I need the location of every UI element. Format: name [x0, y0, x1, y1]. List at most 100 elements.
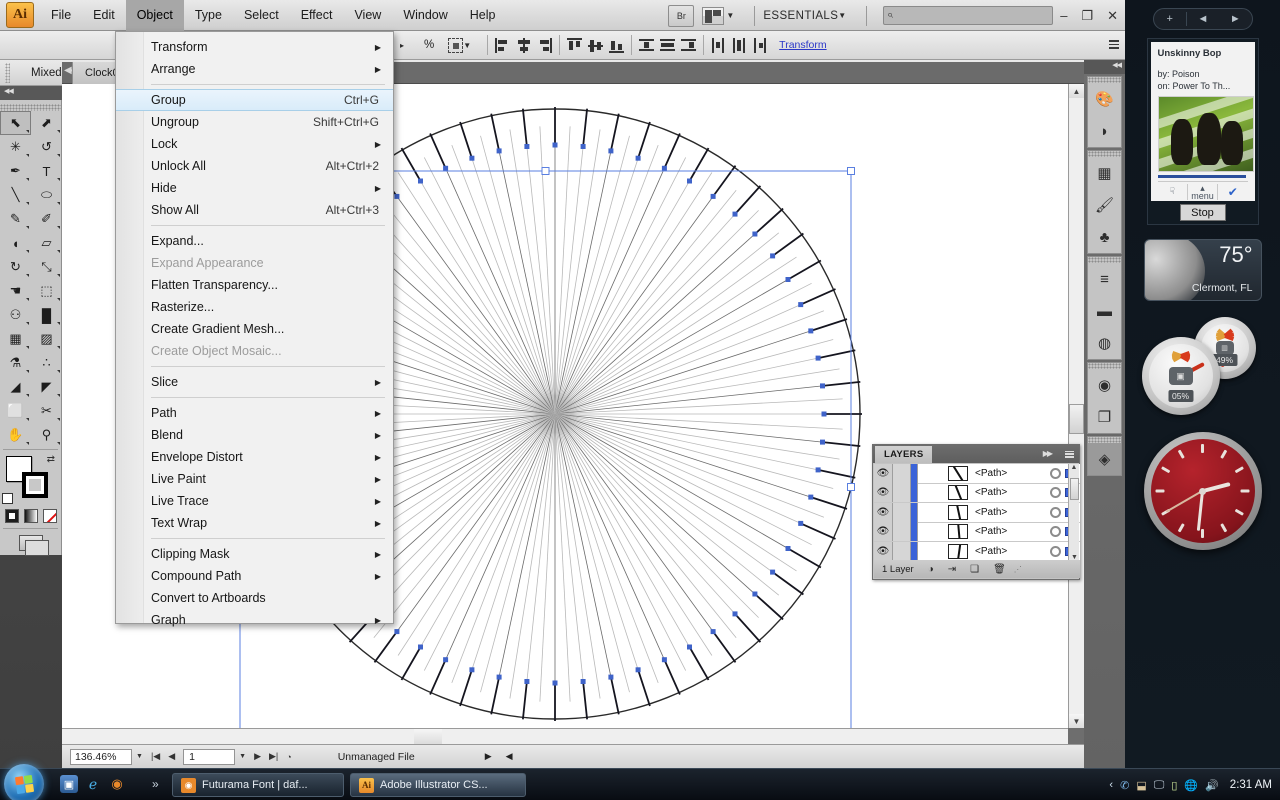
firefox-icon[interactable]: ◉	[108, 775, 126, 793]
drag-grip[interactable]	[5, 62, 10, 83]
layer-target-icon[interactable]	[1050, 526, 1061, 538]
opacity-stepper-icon[interactable]: ▸	[400, 41, 404, 50]
arrange-documents-chevron-icon[interactable]: ▼	[726, 11, 734, 20]
menu-item-group[interactable]: Group Ctrl+G	[116, 89, 393, 111]
pen-tool[interactable]: ✒	[0, 159, 31, 183]
isolate-chevron-icon[interactable]: ▼	[463, 41, 471, 50]
menu-type[interactable]: Type	[184, 0, 233, 31]
menu-window[interactable]: Window	[392, 0, 458, 31]
menu-item-graph[interactable]: Graph ▶	[116, 609, 393, 631]
menu-item-hide[interactable]: Hide ▶	[116, 177, 393, 199]
create-new-layer-icon[interactable]: ❏	[970, 564, 979, 575]
layers-collapse-icon[interactable]: ▶▶	[1043, 449, 1053, 458]
distribute-left-icon[interactable]	[710, 37, 727, 54]
previous-artboard-button[interactable]: ◀	[164, 751, 179, 762]
live-paint-bucket-tool[interactable]: ◢	[0, 375, 31, 399]
playback-progress-bar[interactable]	[1157, 175, 1246, 178]
gradient-tool[interactable]: ▨	[31, 327, 62, 351]
menu-item-slice[interactable]: Slice ▶	[116, 371, 393, 393]
color-panel-icon[interactable]: 🎨	[1088, 83, 1121, 115]
layers-scroll-up-icon[interactable]: ▲	[1069, 464, 1079, 471]
network-icon[interactable]: 🌐	[1184, 779, 1198, 792]
analog-clock-gadget[interactable]	[1143, 432, 1262, 550]
gradient-fill-mode-icon[interactable]	[23, 509, 38, 523]
layer-target-icon[interactable]	[1050, 467, 1061, 479]
workspace-switcher-label[interactable]: ESSENTIALS	[763, 10, 838, 22]
align-top-icon[interactable]	[566, 37, 583, 54]
symbols-panel-icon[interactable]: ♣	[1088, 221, 1121, 253]
transform-panel-link[interactable]: Transform	[779, 39, 826, 51]
none-fill-mode-icon[interactable]	[42, 509, 57, 523]
layer-row[interactable]: 👁 <Path>	[874, 541, 1080, 562]
align-vertical-center-icon[interactable]	[587, 37, 604, 54]
menu-item-transform[interactable]: Transform ▶	[116, 36, 393, 58]
tray-overflow-icon[interactable]: ‹	[1109, 779, 1113, 791]
search-input[interactable]	[893, 9, 1034, 22]
menu-item-unlock-all[interactable]: Unlock All Alt+Ctrl+2	[116, 155, 393, 177]
thumbs-down-icon[interactable]: ☟	[1158, 186, 1187, 197]
menu-item-expand[interactable]: Expand...	[116, 230, 393, 252]
go-to-bridge-button[interactable]: Br	[668, 4, 695, 27]
delete-selection-icon[interactable]: 🗑	[993, 564, 1006, 575]
battery-icon[interactable]: ▯	[1171, 779, 1177, 792]
make-clipping-mask-icon[interactable]: ◑	[928, 564, 934, 575]
layers-list[interactable]: 👁 <Path> 👁 <Path> 👁 <Path> 👁 <Path> 👁 <Path>	[874, 463, 1080, 562]
layer-lock-cell[interactable]	[893, 463, 911, 483]
default-fill-stroke-icon[interactable]	[2, 493, 13, 504]
distribute-right-icon[interactable]	[752, 37, 769, 54]
blend-tool[interactable]: ∴	[31, 351, 62, 375]
appearance-panel-icon[interactable]: ◉	[1088, 369, 1121, 401]
status-scroll-left-icon[interactable]: ◀	[506, 751, 513, 762]
workspace-chevron-down-icon[interactable]: ▼	[838, 11, 846, 20]
layer-row[interactable]: 👁 <Path>	[874, 502, 1080, 523]
add-gadget-button[interactable]: +	[1154, 13, 1186, 25]
eyedropper-tool[interactable]: ⚗	[0, 351, 31, 375]
layer-lock-cell[interactable]	[893, 522, 911, 542]
fill-stroke-control[interactable]: ⇄	[0, 452, 61, 506]
menu-item-flatten-transparency[interactable]: Flatten Transparency...	[116, 274, 393, 296]
menu-select[interactable]: Select	[233, 0, 290, 31]
artboard-number-field[interactable]: 1	[183, 748, 236, 765]
system-meter-gadget[interactable]: ▥ 49% ▣ 05%	[1138, 311, 1268, 416]
search-box[interactable]: ⌕	[883, 6, 1054, 25]
distribute-vertical-center-icon[interactable]	[659, 37, 676, 54]
gadget-next-button[interactable]: ►	[1219, 13, 1251, 25]
gradient-panel-icon[interactable]: ◗	[1088, 115, 1121, 147]
align-left-icon[interactable]	[494, 37, 511, 54]
layers-panel-icon[interactable]: ◈	[1088, 443, 1121, 475]
menu-item-show-all[interactable]: Show All Alt+Ctrl+3	[116, 199, 393, 221]
control-panel-menu-icon[interactable]	[1105, 38, 1119, 50]
minimize-button[interactable]: –	[1053, 8, 1074, 23]
arrange-documents-icon[interactable]	[702, 6, 725, 25]
stop-button[interactable]: Stop	[1179, 204, 1226, 221]
distribute-horizontal-center-icon[interactable]	[731, 37, 748, 54]
align-right-icon[interactable]	[536, 37, 553, 54]
layer-lock-cell[interactable]	[893, 502, 911, 522]
layer-visibility-icon[interactable]: 👁	[874, 541, 893, 561]
menu-item-text-wrap[interactable]: Text Wrap ▶	[116, 512, 393, 534]
internet-explorer-icon[interactable]: ℯ	[84, 775, 102, 793]
graphic-styles-panel-icon[interactable]: ❐	[1088, 401, 1121, 433]
menu-item-lock[interactable]: Lock ▶	[116, 133, 393, 155]
start-button[interactable]	[4, 764, 44, 800]
menu-item-compound-path[interactable]: Compound Path ▶	[116, 565, 393, 587]
symbol-sprayer-tool[interactable]: ⚇	[0, 303, 31, 327]
layers-scrollbar[interactable]: ▲ ▼	[1068, 464, 1079, 561]
layer-row[interactable]: 👁 <Path>	[874, 463, 1080, 484]
isolate-selected-icon[interactable]	[448, 37, 464, 53]
layers-panel-menu-icon[interactable]	[1062, 449, 1074, 459]
menu-item-create-gradient-mesh[interactable]: Create Gradient Mesh...	[116, 318, 393, 340]
swap-fill-stroke-icon[interactable]: ⇄	[47, 454, 55, 465]
close-button[interactable]: ✕	[1100, 8, 1125, 24]
menu-file[interactable]: File	[40, 0, 82, 31]
hand-tool[interactable]: ✋	[0, 423, 31, 447]
toolbox-drag-dots[interactable]	[0, 104, 61, 111]
selection-tool[interactable]: ⬉	[0, 111, 31, 135]
menu-view[interactable]: View	[343, 0, 392, 31]
resize-grip-icon[interactable]: ⋰	[1014, 565, 1022, 574]
menu-item-live-paint[interactable]: Live Paint ▶	[116, 468, 393, 490]
layer-target-icon[interactable]	[1050, 545, 1061, 557]
toolbox-collapse-header[interactable]	[0, 86, 62, 100]
swatches-panel-icon[interactable]: ▦	[1088, 157, 1121, 189]
quick-launch-overflow-icon[interactable]: »	[152, 777, 159, 791]
